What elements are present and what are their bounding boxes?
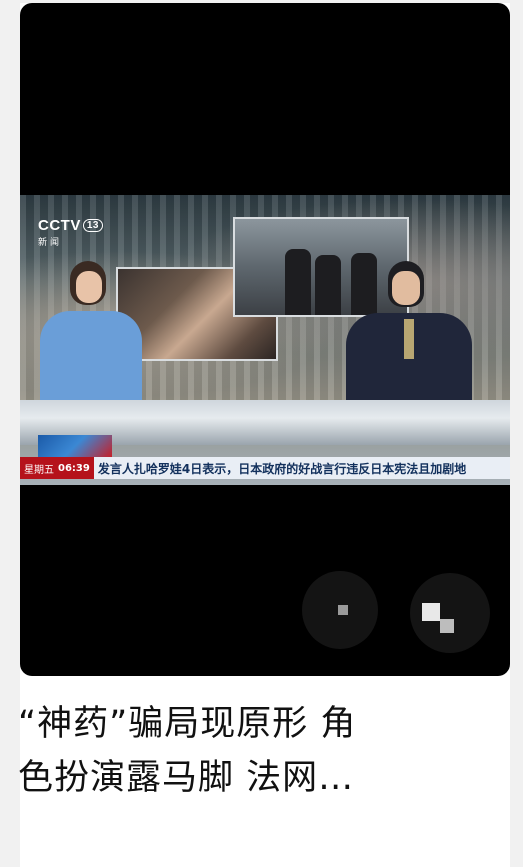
news-card[interactable]: CCTV 13 新闻 星期五 06:39 发言人扎哈罗娃4日表示，日本政府的好战… (18, 3, 510, 867)
article-title[interactable]: “神药”骗局现原形 角 色扮演露马脚 法网… (18, 697, 498, 805)
video-player[interactable]: CCTV 13 新闻 星期五 06:39 发言人扎哈罗娃4日表示，日本政府的好战… (20, 3, 510, 676)
ticker-text: 发言人扎哈罗娃4日表示，日本政府的好战言行违反日本宪法且加剧地 (97, 461, 467, 476)
channel-logo-text: CCTV (38, 217, 81, 234)
ticker-time: 06:39 (58, 462, 90, 474)
video-frame: CCTV 13 新闻 星期五 06:39 发言人扎哈罗娃4日表示，日本政府的好战… (20, 195, 510, 485)
male-anchor (346, 261, 472, 411)
ticker-clock: 星期五 06:39 (20, 457, 94, 479)
channel-number: 13 (82, 219, 103, 232)
ticker-logo (38, 435, 112, 457)
channel-name: 新闻 (38, 237, 63, 247)
news-ticker: 星期五 06:39 发言人扎哈罗娃4日表示，日本政府的好战言行违反日本宪法且加剧… (20, 457, 510, 479)
ticker-day: 星期五 (24, 464, 54, 476)
article-title-line-2: 色扮演露马脚 法网… (18, 758, 355, 798)
blurred-icon-left[interactable] (302, 571, 378, 649)
cctv13-logo: CCTV 13 新闻 (38, 217, 103, 248)
blurred-icon-right[interactable] (410, 573, 490, 653)
article-title-line-1: “神药”骗局现原形 角 (18, 704, 357, 744)
female-anchor (40, 261, 142, 411)
